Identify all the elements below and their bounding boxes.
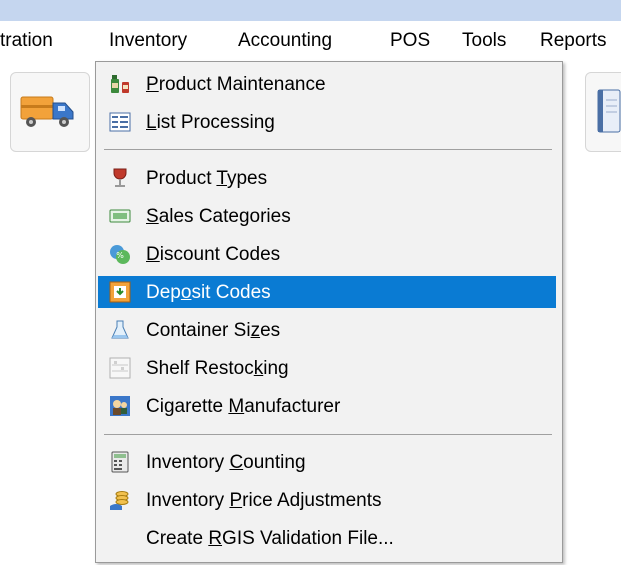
menu-bar: tration Inventory Accounting POS Tools R… bbox=[0, 21, 621, 61]
wine-glass-icon bbox=[113, 168, 127, 187]
bottles-icon bbox=[111, 75, 129, 93]
menu-separator bbox=[104, 434, 552, 435]
menu-item-shelf-restocking[interactable]: Shelf Restocking bbox=[98, 352, 556, 384]
menu-item-product-maintenance[interactable]: Product Maintenance bbox=[98, 68, 556, 100]
discount-icon: % bbox=[110, 245, 130, 264]
menu-item-inventory-counting[interactable]: Inventory Counting bbox=[98, 446, 556, 478]
menu-item-deposit-codes[interactable]: Deposit Codes bbox=[98, 276, 556, 308]
menu-accounting[interactable]: Accounting bbox=[238, 30, 332, 52]
delivery-truck-icon bbox=[20, 96, 74, 127]
menu-inventory[interactable]: Inventory bbox=[109, 30, 187, 52]
notebook-icon bbox=[597, 89, 621, 133]
category-icon bbox=[109, 209, 131, 223]
menu-item-create-rgis-validation-file[interactable]: Create RGIS Validation File... bbox=[98, 522, 556, 554]
toolbar-delivery-button[interactable] bbox=[10, 72, 90, 152]
flask-icon bbox=[111, 320, 129, 339]
manufacturer-icon bbox=[110, 396, 130, 416]
menu-item-cigarette-manufacturer[interactable]: Cigarette Manufacturer bbox=[98, 390, 556, 422]
menu-item-list-processing[interactable]: List Processing bbox=[98, 106, 556, 138]
menu-reports[interactable]: Reports bbox=[540, 30, 607, 52]
menu-item-container-sizes[interactable]: Container Sizes bbox=[98, 314, 556, 346]
menu-item-inventory-price-adjustments[interactable]: Inventory Price Adjustments bbox=[98, 484, 556, 516]
menu-tools[interactable]: Tools bbox=[462, 30, 506, 52]
coins-icon bbox=[110, 491, 129, 510]
menu-item-discount-codes[interactable]: % Discount Codes bbox=[98, 238, 556, 270]
toolbar-book-button[interactable] bbox=[585, 72, 621, 152]
menu-item-sales-categories[interactable]: Sales Categories bbox=[98, 200, 556, 232]
calculator-icon bbox=[111, 451, 129, 473]
menu-administration[interactable]: tration bbox=[0, 30, 53, 52]
shelf-icon bbox=[109, 357, 131, 379]
menu-separator bbox=[104, 149, 552, 150]
deposit-box-icon bbox=[109, 281, 131, 303]
list-icon bbox=[109, 112, 131, 132]
svg-text:%: % bbox=[116, 251, 124, 260]
menu-pos[interactable]: POS bbox=[390, 30, 430, 52]
window-title-bar bbox=[0, 0, 621, 21]
menu-item-product-types[interactable]: Product Types bbox=[98, 162, 556, 194]
inventory-dropdown-menu: Product Maintenance List Processing Prod… bbox=[95, 61, 563, 563]
